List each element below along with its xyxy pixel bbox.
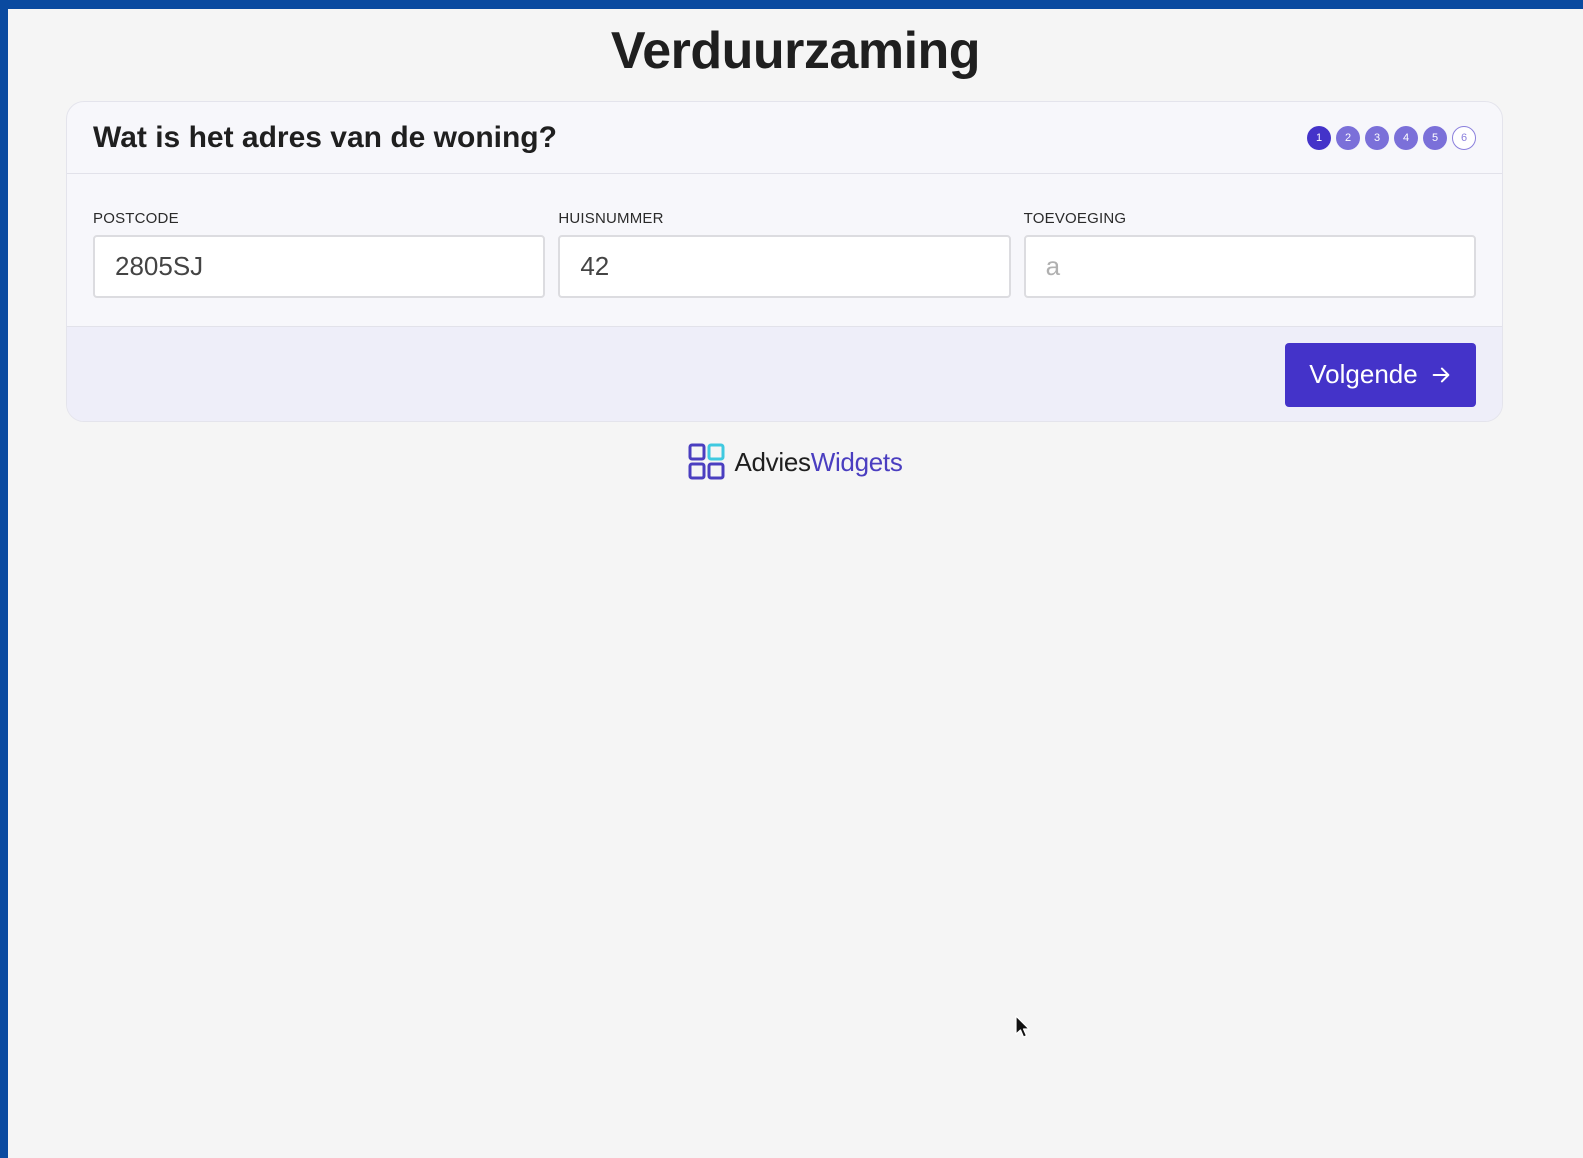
toevoeging-label: TOEVOEGING <box>1023 210 1127 227</box>
card-header: Wat is het adres van de woning? 1 2 3 4 … <box>67 102 1502 174</box>
grid-logo-icon <box>688 443 725 480</box>
postcode-input[interactable] <box>93 235 546 298</box>
step-4: 4 <box>1394 125 1418 150</box>
page-title: Verduurzaming <box>610 22 981 80</box>
toevoeging-group: TOEVOEGING <box>1023 210 1476 326</box>
step-2: 2 <box>1336 125 1360 150</box>
huisnummer-label: HUISNUMMER <box>558 210 664 227</box>
brand-logo: AdviesWidgets <box>8 443 1583 481</box>
brand-name-part1: Advies <box>734 446 811 477</box>
arrow-right-icon <box>1432 367 1450 382</box>
card-footer: Volgende <box>67 326 1502 421</box>
question-title: Wat is het adres van de woning? <box>93 120 557 154</box>
brand-name-part2: Widgets <box>810 446 903 477</box>
next-button-label: Volgende <box>1309 359 1418 389</box>
step-6: 6 <box>1452 125 1476 150</box>
address-form: POSTCODE HUISNUMMER TOEVOEGING <box>67 174 1502 326</box>
step-1: 1 <box>1307 125 1331 150</box>
step-indicator: 1 2 3 4 5 6 <box>1307 125 1476 150</box>
step-5: 5 <box>1423 125 1447 150</box>
huisnummer-input[interactable] <box>558 235 1011 298</box>
brand-name: AdviesWidgets <box>734 447 902 478</box>
postcode-label: POSTCODE <box>93 210 179 227</box>
address-step-card: Wat is het adres van de woning? 1 2 3 4 … <box>66 101 1503 422</box>
toevoeging-input[interactable] <box>1023 235 1476 298</box>
postcode-group: POSTCODE <box>93 210 546 326</box>
next-button[interactable]: Volgende <box>1285 342 1476 407</box>
step-3: 3 <box>1365 125 1389 150</box>
huisnummer-group: HUISNUMMER <box>558 210 1011 326</box>
mouse-cursor-icon <box>1015 1015 1030 1038</box>
